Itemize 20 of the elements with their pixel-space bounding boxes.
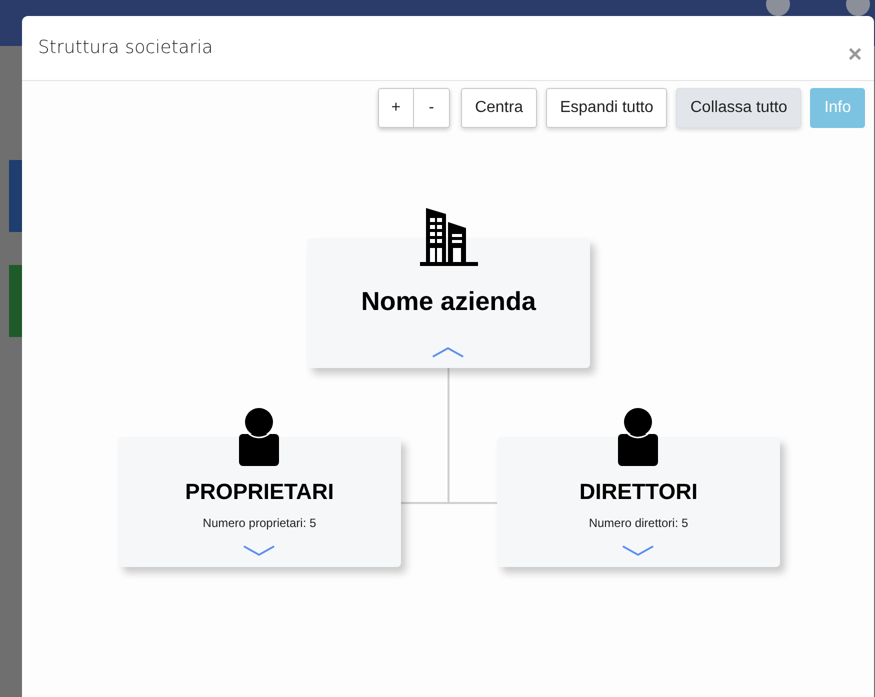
group-card[interactable]: DIRETTORI Numero direttori: 5: [497, 437, 780, 567]
chevron-down-icon[interactable]: [242, 545, 276, 557]
zoom-button[interactable]: +: [378, 88, 414, 128]
modal-title: Struttura societaria: [38, 37, 213, 58]
group-title: PROPRIETARI: [185, 479, 334, 505]
toolbar-button[interactable]: Collassa tutto: [676, 88, 802, 128]
chevron-up-icon[interactable]: [431, 346, 465, 358]
group-count: Numero proprietari: 5: [202, 516, 316, 530]
group-card[interactable]: PROPRIETARI Numero proprietari: 5: [118, 437, 401, 567]
group-title: DIRETTORI: [579, 479, 698, 505]
company-name: Nome azienda: [361, 286, 536, 317]
toolbar-button[interactable]: Centra: [460, 88, 537, 128]
zoom-button[interactable]: -: [414, 88, 450, 128]
chevron-down-icon[interactable]: [621, 545, 655, 557]
person-icon: [617, 408, 659, 466]
building-icon: [420, 208, 478, 266]
company-card[interactable]: Nome azienda: [307, 238, 590, 368]
person-icon: [238, 408, 280, 466]
toolbar-button[interactable]: Espandi tutto: [546, 88, 668, 128]
group-count: Numero direttori: 5: [588, 516, 688, 530]
